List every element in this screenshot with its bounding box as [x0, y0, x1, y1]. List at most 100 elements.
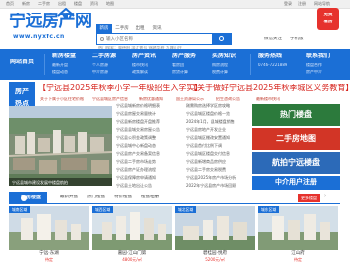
nav-item-label: 联系我们 [306, 53, 331, 59]
new-houses-tab[interactable]: 热门楼盘 [87, 195, 105, 200]
nav-sub-item[interactable]: 楼盘动态 [52, 70, 68, 74]
headline-link[interactable]: 【宁远县2025年秋季小学一年级招生入学实】 [38, 84, 202, 92]
news-list-item[interactable]: 宁远县城中心新盘动态 [116, 144, 156, 148]
nav-sub-item[interactable]: 个人房源 [92, 63, 108, 67]
hot-sub-link[interactable]: 招生咨询公告 [216, 97, 240, 101]
news-list-item[interactable]: 2022年宁远县房产市场回顾 [186, 184, 236, 188]
nav-sub-item[interactable]: 房产中介 [306, 70, 322, 74]
logo-title[interactable]: 宁远房产网 [9, 13, 92, 30]
hot-properties-banner[interactable]: 热门楼盘 [252, 104, 340, 126]
news-list-item[interactable]: 宁远县新房楼盘开盘推荐 [116, 120, 160, 124]
top-bar: 首页 新房 二手房 出租 楼盘 资讯 地图 登录 注册 网站导航 [0, 0, 350, 9]
news-list-item[interactable]: 刚需购房选择学区房攻略 [186, 104, 230, 108]
nav-divider [44, 54, 45, 75]
news-list-item[interactable]: 宁远县城区棚改安置通知 [186, 136, 230, 140]
hot-sub-link[interactable]: 国土资源局公示 [176, 97, 204, 101]
main-nav: 网站首页 新房楼盘 最新开盘 楼盘动态 二手房源 个人房源 中介房源 房产资讯 … [0, 49, 350, 80]
nav-item-label: 网站首页 [10, 59, 35, 65]
search-button[interactable] [212, 33, 232, 45]
search-tab-news[interactable]: 资讯 [149, 24, 165, 33]
nav-services[interactable]: 房产服务 看房团 房贷计算 [172, 49, 202, 80]
topbar-link[interactable]: 地图 [106, 2, 114, 6]
agent-register-banner[interactable]: 中介用户注册 [252, 176, 340, 190]
nav-sub-item[interactable]: 看房团 [172, 63, 184, 67]
property-card[interactable]: 城南区域 [9, 206, 89, 250]
property-card[interactable]: 城西区域 [92, 206, 172, 250]
news-list-item[interactable]: 宁远县土地出让公告 [116, 184, 152, 188]
topbar-link[interactable]: 楼盘 [74, 2, 82, 6]
topbar-link[interactable]: 首页 [6, 2, 14, 6]
search-tab-new[interactable]: 新房 [96, 24, 112, 33]
nav-news[interactable]: 房产资讯 楼市快讯 政策解读 [132, 49, 162, 80]
property-name[interactable]: 碧桂园·悦府 [175, 251, 255, 257]
phone-number: 0746-7221889 [258, 63, 288, 67]
new-houses-tab[interactable]: 楼盘相册 [141, 195, 159, 200]
news-list-item[interactable]: 宁远县保障房申请通知 [116, 176, 156, 180]
news-list-item[interactable]: 宁远县房地产开发企业 [186, 128, 226, 132]
news-list-item[interactable]: 宁远县城区楼盘交付信息 [186, 152, 230, 156]
news-list-item[interactable]: 宁远县首付比例下调 [186, 144, 222, 148]
nav-new-houses[interactable]: 新房楼盘 最新开盘 楼盘动态 [52, 49, 82, 80]
nav-sub-item[interactable]: 中介房源 [92, 70, 108, 74]
topbar-link[interactable]: 资讯 [90, 2, 98, 6]
register-link[interactable]: 注册 [298, 2, 306, 6]
headline-link[interactable]: 【关于做好宁远县2025年秋季城区义务教育】 [189, 84, 350, 92]
new-houses-tab[interactable]: 特价楼盘 [114, 195, 132, 200]
nav-contact[interactable]: 联系我们 楼盘合作 房产中介 [306, 49, 342, 80]
topbar-link[interactable]: 出租 [58, 2, 66, 6]
property-card[interactable]: 城北区域 [175, 206, 255, 250]
search-tab-rent[interactable]: 出租 [132, 24, 148, 33]
property-area-tag: 城东区域 [258, 206, 280, 213]
news-list-item[interactable]: 宁远县房屋交易量统计 [116, 112, 156, 116]
nav-sub-item[interactable]: 税费计算 [212, 70, 228, 74]
news-list-item[interactable]: 宁远县房产证办理流程 [116, 168, 156, 172]
free-viewing-badge[interactable]: 免费 看房 [317, 8, 339, 30]
aerial-city-photo[interactable] [9, 106, 112, 186]
search-input[interactable] [100, 34, 204, 44]
topbar-link[interactable]: 二手房 [38, 2, 50, 6]
property-name[interactable]: 宁远·东湖 [9, 251, 89, 257]
nav-home[interactable]: 网站首页 [10, 49, 38, 80]
hot-sub-link[interactable]: 新房优惠通知 [139, 97, 163, 101]
house-logo-icon [57, 8, 75, 18]
news-list-item[interactable]: 宁远县公积金政策调整 [116, 136, 156, 140]
mobile-label[interactable]: 手机版 [290, 37, 304, 42]
second-hand-map-banner[interactable]: 二手房地图 [252, 128, 340, 150]
phone-label: 服务热线 [258, 53, 283, 59]
search-tab-second[interactable]: 二手房 [113, 24, 131, 33]
news-list-item[interactable]: 宁远县城新房价格明细表 [116, 104, 160, 108]
aerial-properties-banner[interactable]: 航拍宁远楼盘 [252, 152, 340, 174]
hot-label-line1: 房产 [15, 88, 29, 95]
nav-sub-item[interactable]: 房贷计算 [172, 70, 188, 74]
news-list-item[interactable]: 宁远县二手房市场走势 [116, 160, 156, 164]
nav-sub-item[interactable]: 购房流程 [212, 63, 228, 67]
nav-divider [250, 54, 251, 75]
hot-sub-link[interactable]: 宁远县城区房产信息 [92, 97, 128, 101]
property-name[interactable]: 江山府 [258, 251, 338, 257]
nav-second-hand[interactable]: 二手房源 个人房源 中介房源 [92, 49, 122, 80]
nav-sub-item[interactable]: 政策解读 [132, 70, 148, 74]
news-list-item[interactable]: 2024年1月，县城楼盘销售 [186, 120, 235, 124]
hot-sub-link[interactable]: 关于下属于小区住宅价格 [40, 97, 84, 101]
news-list-item[interactable]: 宁远县城区楼盘价格一览 [186, 112, 230, 116]
news-list-item[interactable]: 宁远县新增商品房供应 [186, 160, 226, 164]
property-name[interactable]: 嘉园·江山门第 [92, 251, 172, 257]
new-houses-tab[interactable]: 最新开盘 [60, 195, 78, 200]
news-list-item[interactable]: 宁远县房产交易备案信息 [116, 152, 160, 156]
chevron-right-icon[interactable]: › [324, 194, 326, 199]
more-houses-button[interactable]: 更多楼盘 [298, 194, 320, 202]
nav-sub-item[interactable]: 最新开盘 [52, 63, 68, 67]
news-list-item[interactable]: 宁远县二手房交易税费 [186, 168, 226, 172]
news-list-item[interactable]: 宁远县2025年房产市场分析 [186, 176, 236, 180]
hot-sub-link[interactable]: 最新楼市快讯 [256, 97, 280, 101]
property-price: 4800元/㎡ [122, 257, 142, 262]
nav-sub-item[interactable]: 楼市快讯 [132, 63, 148, 67]
login-link[interactable]: 登录 [284, 2, 292, 6]
topbar-link[interactable]: 新房 [22, 2, 30, 6]
nav-sub-item[interactable]: 楼盘合作 [306, 63, 322, 67]
nav-knowledge[interactable]: 买房知识 购房流程 税费计算 [212, 49, 242, 80]
property-card[interactable]: 城东区域 [258, 206, 338, 250]
site-map-link[interactable]: 网站导航 [314, 2, 330, 6]
news-list-item[interactable]: 宁远县县城交易房屋公告 [116, 128, 160, 132]
wechat-label[interactable]: 微信关注 [264, 37, 282, 42]
